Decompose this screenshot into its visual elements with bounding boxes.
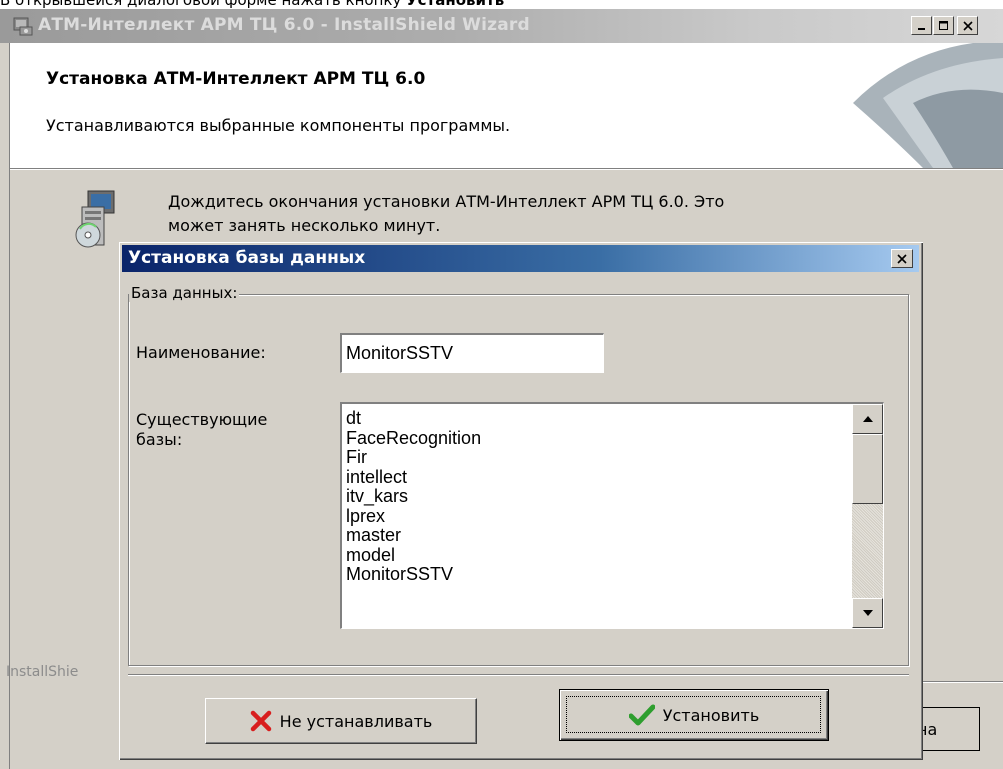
arrow-down-icon <box>862 610 873 616</box>
database-name-input[interactable] <box>340 333 604 373</box>
maximize-button[interactable] <box>933 16 954 35</box>
database-list-items: dt FaceRecognition Fir intellect itv_kars lpr… <box>346 408 481 585</box>
dialog-button-separator <box>128 674 909 676</box>
instruction-caption: В открывшейся диалоговой форме нажать кн… <box>0 0 1003 9</box>
minimize-button[interactable] <box>911 16 932 35</box>
existing-databases-label: Существующие базы: <box>136 410 268 449</box>
install-button[interactable]: Установить <box>559 689 829 741</box>
existing-databases-list[interactable]: dt FaceRecognition Fir intellect itv_kars lpr… <box>340 402 884 629</box>
close-button[interactable] <box>957 16 978 35</box>
wizard-header: Установка АТМ-Интеллект АРМ ТЦ 6.0 Устан… <box>10 43 1003 168</box>
database-list-item[interactable]: master <box>346 525 481 546</box>
wizard-header-title: Установка АТМ-Интеллект АРМ ТЦ 6.0 <box>46 69 426 89</box>
database-list-item[interactable]: dt <box>346 408 481 429</box>
maximize-icon <box>938 20 948 30</box>
focus-rectangle <box>566 696 821 733</box>
wizard-header-subtitle: Устанавливаются выбранные компоненты про… <box>46 116 511 135</box>
database-list-item[interactable]: MonitorSSTV <box>346 564 481 585</box>
dialog-title: Установка базы данных <box>128 248 366 268</box>
minimize-icon <box>917 27 925 30</box>
installer-title-bar[interactable]: АТМ-Интеллект АРМ ТЦ 6.0 - InstallShield… <box>0 9 1003 43</box>
database-list-item[interactable]: itv_kars <box>346 486 481 507</box>
close-icon <box>897 253 907 264</box>
database-list-item[interactable]: model <box>346 545 481 566</box>
skip-install-label: Не устанавливать <box>279 711 433 731</box>
name-label: Наименование: <box>136 343 266 362</box>
database-list-item[interactable]: lprex <box>346 506 481 527</box>
window-left-border <box>0 43 10 769</box>
wizard-body-line-2: может занять несколько минут. <box>168 216 441 235</box>
scroll-thumb[interactable] <box>852 434 883 504</box>
database-setup-dialog: Установка базы данных База данных: Наиме… <box>118 241 923 760</box>
skip-install-button[interactable]: Не устанавливать <box>205 698 477 744</box>
header-separator <box>10 168 1003 170</box>
installer-title: АТМ-Интеллект АРМ ТЦ 6.0 - InstallShield… <box>38 15 530 35</box>
instruction-text: В открывшейся диалоговой форме нажать кн… <box>0 0 407 9</box>
red-x-icon <box>250 710 271 732</box>
instruction-emphasis: Установить <box>406 0 505 9</box>
computer-cd-icon <box>75 190 115 248</box>
installshield-brand-label: InstallShie <box>6 664 79 680</box>
scroll-down-button[interactable] <box>852 598 883 628</box>
wizard-body-text: Дождитесь окончания установки АТМ-Интелл… <box>168 190 888 238</box>
arrow-up-icon <box>862 416 873 422</box>
installer-app-icon <box>13 17 33 36</box>
dialog-close-button[interactable] <box>891 249 913 268</box>
dialog-title-bar[interactable]: Установка базы данных <box>122 245 919 272</box>
database-list-item[interactable]: Fir <box>346 447 481 468</box>
wizard-header-art-icon <box>813 43 1003 168</box>
list-scrollbar[interactable] <box>852 404 883 628</box>
database-group-label: База данных: <box>129 284 240 302</box>
database-list-item[interactable]: intellect <box>346 467 481 488</box>
wizard-body-line-1: Дождитесь окончания установки АТМ-Интелл… <box>168 192 725 211</box>
scroll-up-button[interactable] <box>852 404 883 434</box>
database-list-item[interactable]: FaceRecognition <box>346 428 481 449</box>
close-icon <box>962 20 973 31</box>
